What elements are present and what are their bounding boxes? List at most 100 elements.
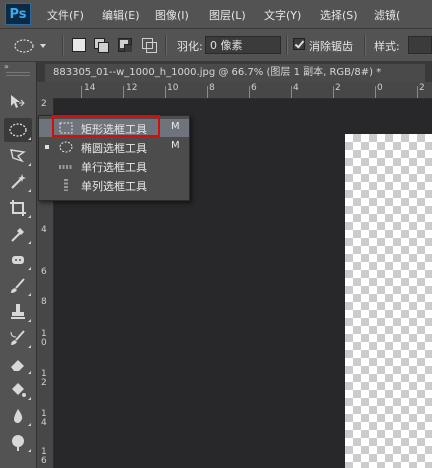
ruler-label: 2 xyxy=(419,83,425,93)
clone-stamp-tool[interactable] xyxy=(4,300,32,324)
ruler-label: 2 xyxy=(335,83,341,93)
ruler-label: 2 xyxy=(41,99,47,109)
tool-preset-picker[interactable] xyxy=(8,36,48,56)
flyout-indicator xyxy=(28,449,31,452)
ruler-label: 8 xyxy=(209,83,215,93)
photoshop-logo: Ps xyxy=(5,3,31,25)
separator xyxy=(165,35,167,55)
annotation-highlight-box xyxy=(52,115,160,137)
panel-collapse-icon[interactable]: » xyxy=(4,63,32,71)
flyout-item-single-row-marquee[interactable]: 单行选框工具 xyxy=(39,157,189,175)
ruler-label: 0 xyxy=(377,83,383,93)
ruler-tick xyxy=(165,86,166,98)
flyout-item-label: 单列选框工具 xyxy=(81,180,147,193)
lasso-tool[interactable] xyxy=(4,144,32,168)
lasso-icon xyxy=(10,149,26,163)
transparent-canvas[interactable] xyxy=(345,134,432,468)
ellipse-marquee-icon xyxy=(59,141,73,153)
menu-image[interactable]: 图像(I) xyxy=(155,7,189,23)
options-bar: 羽化: 0 像素 消除锯齿 样式: xyxy=(0,29,432,62)
brush-tool[interactable] xyxy=(4,274,32,298)
subtract-from-selection-button[interactable] xyxy=(118,38,132,52)
add-to-selection-button[interactable] xyxy=(94,38,109,53)
marquee-tool[interactable] xyxy=(4,118,32,142)
eraser-tool[interactable] xyxy=(4,352,32,376)
flyout-indicator xyxy=(28,215,31,218)
antialias-checkbox[interactable] xyxy=(293,38,305,50)
paint-bucket-icon xyxy=(12,383,26,397)
separator xyxy=(286,35,288,55)
move-tool[interactable] xyxy=(4,90,32,114)
eyedropper-tool[interactable] xyxy=(4,222,32,246)
clone-stamp-icon xyxy=(11,304,25,319)
new-selection-button[interactable] xyxy=(72,38,86,52)
flyout-item-shortcut: M xyxy=(171,140,180,151)
menu-select[interactable]: 选择(S) xyxy=(320,7,358,23)
document-tab[interactable]: 883305_01--w_1000_h_1000.jpg @ 66.7% (图层… xyxy=(45,64,425,82)
ruler-tick xyxy=(249,86,250,98)
ruler-tick xyxy=(123,86,124,98)
flyout-indicator xyxy=(28,345,31,348)
history-brush-icon xyxy=(10,330,25,345)
flyout-item-label: 单行选框工具 xyxy=(81,161,147,174)
ruler-tick xyxy=(291,86,292,98)
blur-drop-icon xyxy=(14,409,23,423)
dodge-tool[interactable] xyxy=(4,430,32,454)
flyout-indicator xyxy=(28,163,31,166)
flyout-item-label: 椭圆选框工具 xyxy=(81,142,147,155)
menu-layer[interactable]: 图层(L) xyxy=(209,7,246,23)
style-select[interactable] xyxy=(408,36,432,54)
ruler-label: 8 xyxy=(41,297,47,307)
document-tab-bar: 883305_01--w_1000_h_1000.jpg @ 66.7% (图层… xyxy=(37,62,432,82)
magic-wand-icon xyxy=(11,174,26,189)
history-brush-tool[interactable] xyxy=(4,326,32,350)
ellipse-marquee-icon xyxy=(9,123,27,137)
magic-wand-tool[interactable] xyxy=(4,170,32,194)
menu-edit[interactable]: 编辑(E) xyxy=(102,7,140,23)
ruler-label: 1 2 xyxy=(41,369,47,388)
flyout-indicator xyxy=(28,137,31,140)
eraser-icon xyxy=(11,360,24,371)
ruler-tick xyxy=(417,86,418,98)
menu-file[interactable]: 文件(F) xyxy=(47,7,84,23)
antialias-label: 消除锯齿 xyxy=(309,40,353,53)
flyout-indicator xyxy=(28,423,31,426)
menu-type[interactable]: 文字(Y) xyxy=(264,7,301,23)
horizontal-ruler: 14 12 10 8 6 4 2 0 2 xyxy=(37,82,432,99)
menu-filter[interactable]: 滤镜( xyxy=(374,7,400,23)
selected-bullet-icon xyxy=(45,145,49,149)
flyout-indicator xyxy=(28,267,31,270)
paint-bucket-tool[interactable] xyxy=(4,378,32,402)
ruler-label: 4 xyxy=(41,225,47,235)
move-tool-icon xyxy=(11,95,25,108)
separator xyxy=(364,35,366,55)
ruler-label: 14 xyxy=(84,83,96,93)
flyout-item-ellipse-marquee[interactable]: 椭圆选框工具 M xyxy=(39,138,189,156)
flyout-item-single-column-marquee[interactable]: 单列选框工具 xyxy=(39,176,189,194)
ellipse-marquee-icon xyxy=(14,39,34,53)
document-tab-title: 883305_01--w_1000_h_1000.jpg @ 66.7% (图层… xyxy=(53,67,382,78)
ruler-label: 6 xyxy=(41,267,47,277)
brush-icon xyxy=(11,278,25,293)
feather-input[interactable]: 0 像素 xyxy=(205,36,281,54)
healing-brush-tool[interactable] xyxy=(4,248,32,272)
intersect-selection-button[interactable] xyxy=(142,38,157,53)
menu-bar: Ps 文件(F) 编辑(E) 图像(I) 图层(L) 文字(Y) 选择(S) 滤… xyxy=(0,0,432,29)
blur-tool[interactable] xyxy=(4,404,32,428)
ruler-tick xyxy=(207,86,208,98)
ruler-label: 10 xyxy=(167,83,179,93)
ruler-tick xyxy=(333,86,334,98)
ruler-label: 6 xyxy=(251,83,257,93)
panel-grip[interactable] xyxy=(6,72,30,76)
separator xyxy=(62,35,64,55)
ruler-label: 1 4 xyxy=(41,409,47,428)
ruler-tick xyxy=(375,86,376,98)
eyedropper-icon xyxy=(11,228,24,242)
crop-tool[interactable] xyxy=(4,196,32,220)
flyout-indicator xyxy=(28,293,31,296)
tools-panel: » xyxy=(0,62,37,468)
ruler-tick xyxy=(81,86,82,98)
flyout-item-shortcut: M xyxy=(171,121,180,132)
flyout-indicator xyxy=(28,319,31,322)
flyout-indicator xyxy=(28,397,31,400)
